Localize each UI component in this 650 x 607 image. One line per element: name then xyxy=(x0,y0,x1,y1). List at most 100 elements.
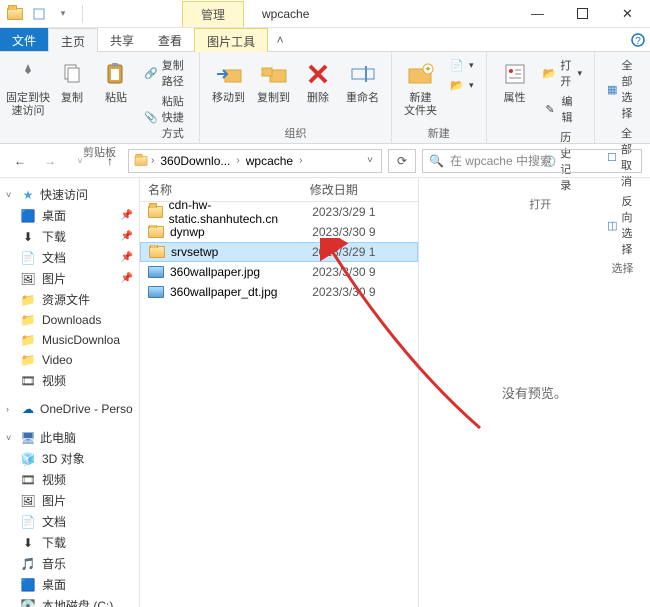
sidebar-item-label: 图片 xyxy=(42,270,66,287)
chevron-right-icon[interactable]: › xyxy=(236,155,239,166)
sidebar-item[interactable]: 🎵 音乐 xyxy=(0,553,139,574)
file-name: 360wallpaper_dt.jpg xyxy=(170,285,277,299)
sidebar-item[interactable]: 💽本地磁盘 (C:) xyxy=(0,595,139,607)
music-icon: 🎵 xyxy=(20,556,36,572)
qat-properties-icon[interactable] xyxy=(28,3,50,25)
sidebar-this-pc[interactable]: ˅ 🖥 此电脑 xyxy=(0,427,139,448)
file-name: cdn-hw-static.shanhutech.cn xyxy=(169,198,307,226)
new-item-button[interactable]: 📄▾ xyxy=(445,56,478,74)
tab-picture-tools[interactable]: 图片工具 xyxy=(194,28,268,52)
contextual-tab-manage: 管理 xyxy=(182,1,244,27)
search-icon: 🔍 xyxy=(429,154,444,168)
rename-button[interactable]: 重命名 xyxy=(342,56,383,107)
select-all-button[interactable]: ▦全部选择 xyxy=(603,56,642,122)
file-list[interactable]: 名称 修改日期 cdn-hw-static.shanhutech.cn2023/… xyxy=(140,178,419,607)
sidebar-item[interactable]: 📄文档📌 xyxy=(0,247,139,268)
open-icon: 📂 xyxy=(543,65,557,81)
sidebar-item[interactable]: 🧊3D 对象 xyxy=(0,448,139,469)
refresh-button[interactable]: ⟳ xyxy=(388,149,416,173)
file-name: srvsetwp xyxy=(171,245,218,259)
copy-path-button[interactable]: 🔗复制路径 xyxy=(140,56,191,90)
sidebar-item[interactable]: 🟦桌面 xyxy=(0,574,139,595)
sidebar-item[interactable]: 📁Downloads xyxy=(0,310,139,330)
breadcrumb[interactable]: › 360Downlo... › wpcache › ˅ xyxy=(128,149,382,173)
sidebar-item[interactable]: 📁资源文件 xyxy=(0,289,139,310)
sidebar-item-label: 资源文件 xyxy=(42,291,90,308)
tab-file[interactable]: 文件 xyxy=(0,28,48,51)
preview-pane: 没有预览。 xyxy=(419,178,650,607)
open-button[interactable]: 📂打开 ▾ xyxy=(539,56,587,90)
breadcrumb-seg-2[interactable]: wpcache xyxy=(242,154,297,168)
move-to-icon xyxy=(213,58,245,90)
help-icon[interactable]: ? xyxy=(626,28,650,51)
copy-to-icon xyxy=(258,58,290,90)
breadcrumb-seg-1[interactable]: 360Downlo... xyxy=(156,154,234,168)
copy-to-button[interactable]: 复制到 xyxy=(253,56,294,107)
3d-icon: 🧊 xyxy=(20,451,36,467)
sidebar-item[interactable]: 🖼图片 xyxy=(0,490,139,511)
forward-button[interactable]: → xyxy=(38,149,62,173)
ribbon-group-open: 属性 📂打开 ▾ ✎编辑 🕘历史记录 打开 xyxy=(487,52,596,143)
back-button[interactable]: ← xyxy=(8,149,32,173)
delete-button[interactable]: 删除 xyxy=(298,56,338,107)
sidebar-item[interactable]: ⬇ 下载 xyxy=(0,532,139,553)
move-to-button[interactable]: 移动到 xyxy=(208,56,249,107)
sidebar-item[interactable]: 📁MusicDownloa xyxy=(0,330,139,350)
title-bar: ▾ 管理 wpcache — ✕ xyxy=(0,0,650,28)
edit-button[interactable]: ✎编辑 xyxy=(539,92,587,126)
chevron-right-icon[interactable]: › xyxy=(151,155,154,166)
properties-icon xyxy=(499,58,531,90)
sidebar-item[interactable]: 🎞视频 xyxy=(0,469,139,490)
file-date: 2023/3/29 1 xyxy=(312,205,417,219)
minimize-button[interactable]: — xyxy=(515,0,560,28)
breadcrumb-dropdown-icon[interactable]: ˅ xyxy=(363,155,377,166)
sidebar-quick-access[interactable]: ˅ ★ 快速访问 xyxy=(0,184,139,205)
file-row[interactable]: srvsetwp 2023/3/29 1 xyxy=(140,242,418,262)
file-pane: 名称 修改日期 cdn-hw-static.shanhutech.cn2023/… xyxy=(140,178,650,607)
tab-share[interactable]: 共享 xyxy=(98,28,146,51)
easy-access-button[interactable]: 📂▾ xyxy=(445,76,478,94)
sidebar-item[interactable]: 🟦桌面📌 xyxy=(0,205,139,226)
navigation-pane[interactable]: ˅ ★ 快速访问 🟦桌面📌⬇下载📌📄文档📌🖼图片📌📁资源文件📁Downloads… xyxy=(0,178,140,607)
ribbon-group-select: ▦全部选择 ☐全部取消 ◫反向选择 选择 xyxy=(595,52,650,143)
copy-button[interactable]: 复制 xyxy=(52,56,92,107)
paste-button[interactable]: 粘贴 xyxy=(96,56,136,107)
ribbon-collapse-icon[interactable]: ˄ xyxy=(268,28,292,51)
recent-locations-icon[interactable]: ˅ xyxy=(68,149,92,173)
qat-dropdown-icon[interactable]: ▾ xyxy=(52,3,74,25)
sidebar-item-label: 下载 xyxy=(42,534,66,551)
sidebar-item[interactable]: ⬇下载📌 xyxy=(0,226,139,247)
new-folder-button[interactable]: ✦ 新建 文件夹 xyxy=(400,56,441,120)
file-name: dynwp xyxy=(170,225,205,239)
file-date: 2023/3/29 1 xyxy=(312,245,417,259)
up-button[interactable]: ↑ xyxy=(98,149,122,173)
ribbon-tabs: 文件 主页 共享 查看 图片工具 ˄ ? xyxy=(0,28,650,52)
properties-button[interactable]: 属性 xyxy=(495,56,535,107)
desktop-icon: 🟦 xyxy=(20,208,36,224)
no-preview-text: 没有预览。 xyxy=(502,383,567,402)
file-row[interactable]: dynwp2023/3/30 9 xyxy=(140,222,418,242)
downloads-icon: ⬇ xyxy=(20,535,36,551)
sidebar-item-label: 音乐 xyxy=(42,555,66,572)
column-date[interactable]: 修改日期 xyxy=(310,181,418,198)
file-row[interactable]: cdn-hw-static.shanhutech.cn2023/3/29 1 xyxy=(140,202,418,222)
sidebar-item[interactable]: 🎞视频 xyxy=(0,370,139,391)
search-input[interactable]: 🔍 在 wpcache 中搜索 xyxy=(422,149,642,173)
sidebar-item[interactable]: 🖼图片📌 xyxy=(0,268,139,289)
sidebar-onedrive[interactable]: › ☁ OneDrive - Perso xyxy=(0,399,139,419)
sidebar-item-label: 视频 xyxy=(42,372,66,389)
close-button[interactable]: ✕ xyxy=(605,0,650,28)
chevron-right-icon[interactable]: › xyxy=(299,155,302,166)
sidebar-item[interactable]: 📄文档 xyxy=(0,511,139,532)
sidebar-item[interactable]: 📁Video xyxy=(0,350,139,370)
paste-shortcut-button[interactable]: 📎粘贴快捷方式 xyxy=(140,92,191,142)
sidebar-item-label: 图片 xyxy=(42,492,66,509)
file-row[interactable]: 360wallpaper.jpg2023/3/30 9 xyxy=(140,262,418,282)
file-row[interactable]: 360wallpaper_dt.jpg2023/3/30 9 xyxy=(140,282,418,302)
column-name[interactable]: 名称 xyxy=(140,181,310,198)
tab-view[interactable]: 查看 xyxy=(146,28,194,51)
group-label-new: 新建 xyxy=(400,123,478,141)
pin-to-quick-access-button[interactable]: 固定到快 速访问 xyxy=(8,56,48,120)
maximize-button[interactable] xyxy=(560,0,605,28)
tab-home[interactable]: 主页 xyxy=(48,28,98,52)
